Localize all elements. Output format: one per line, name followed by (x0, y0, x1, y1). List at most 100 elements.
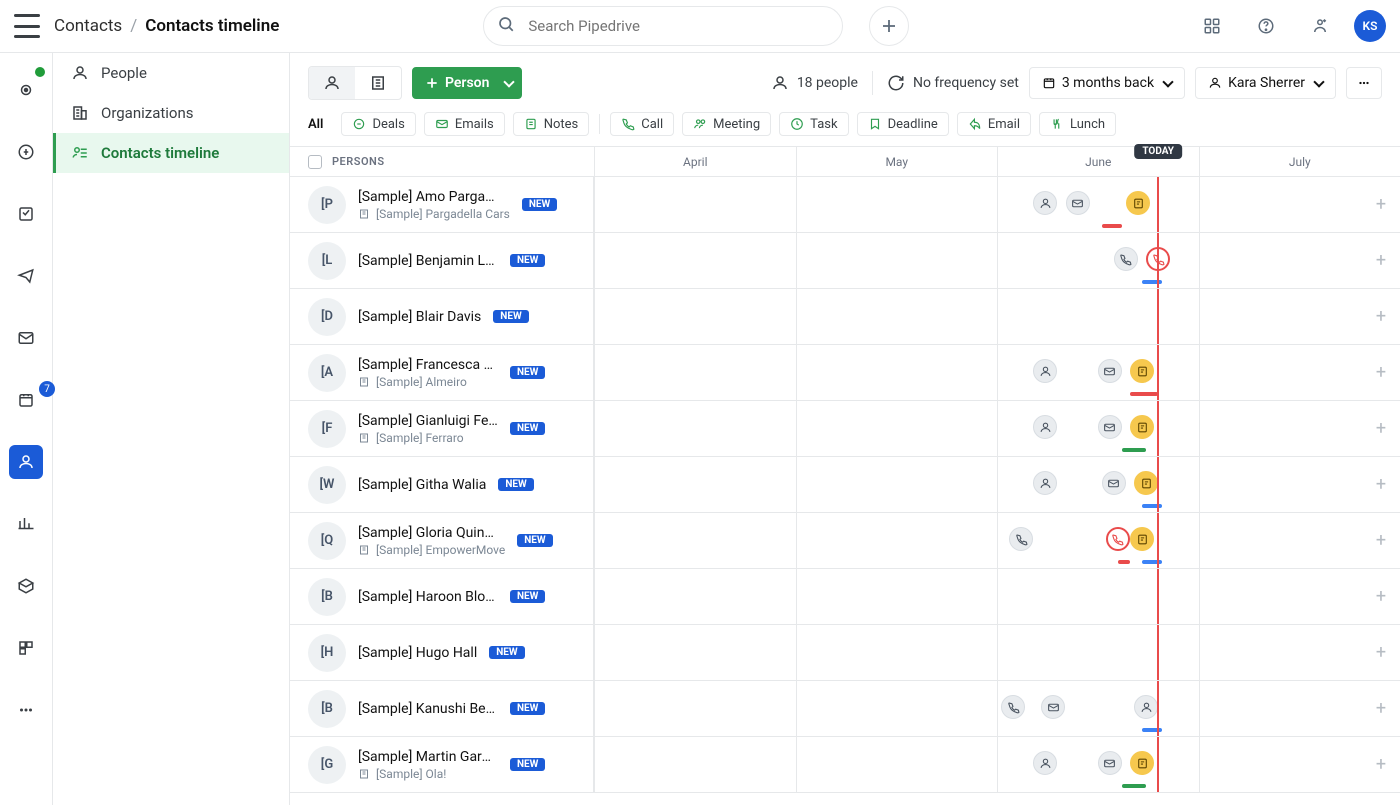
add-activity-button[interactable]: + (1370, 754, 1392, 776)
filter-deals[interactable]: Deals (341, 112, 415, 136)
activity-mail[interactable] (1098, 751, 1122, 775)
search-input[interactable] (483, 6, 843, 46)
activity-note[interactable] (1134, 471, 1158, 495)
rail-leads[interactable] (9, 73, 43, 107)
rail-activities[interactable]: 7 (9, 383, 43, 417)
contact-name[interactable]: [Sample] Martin Garcia (358, 749, 498, 765)
contact-avatar[interactable]: [W (308, 466, 346, 504)
rail-mail[interactable] (9, 321, 43, 355)
contact-org[interactable]: [Sample] Almeiro (358, 375, 498, 389)
contact-avatar[interactable]: [P (308, 186, 346, 224)
add-activity-button[interactable]: + (1370, 250, 1392, 272)
contact-avatar[interactable]: [D (308, 298, 346, 336)
select-all-checkbox[interactable] (308, 155, 322, 169)
rail-products[interactable] (9, 569, 43, 603)
filter-deadline[interactable]: Deadline (857, 112, 949, 136)
contact-org[interactable]: [Sample] Pargadella Cars (358, 207, 510, 221)
sales-assistant-icon[interactable] (1300, 6, 1340, 46)
contact-org[interactable]: [Sample] Ferraro (358, 431, 498, 445)
avatar[interactable]: KS (1354, 10, 1386, 42)
help-icon[interactable] (1246, 6, 1286, 46)
activity-call[interactable] (1114, 247, 1138, 271)
rail-contacts[interactable] (9, 445, 43, 479)
activity-mail[interactable] (1066, 191, 1090, 215)
contact-avatar[interactable]: [G (308, 746, 346, 784)
activity-person[interactable] (1033, 471, 1057, 495)
activity-person[interactable] (1033, 751, 1057, 775)
contact-avatar[interactable]: [A (308, 354, 346, 392)
contact-avatar[interactable]: [B (308, 690, 346, 728)
activity-person-grey[interactable] (1134, 695, 1158, 719)
add-activity-button[interactable]: + (1370, 698, 1392, 720)
owner-filter[interactable]: Kara Sherrer (1195, 67, 1336, 99)
add-activity-button[interactable]: + (1370, 530, 1392, 552)
filter-notes[interactable]: Notes (513, 112, 590, 136)
add-person-caret[interactable] (492, 67, 522, 99)
filter-task[interactable]: Task (779, 112, 848, 136)
contact-name[interactable]: [Sample] Kanushi Bennett (358, 701, 498, 717)
menu-icon[interactable] (14, 14, 40, 38)
activity-mail[interactable] (1102, 471, 1126, 495)
more-actions[interactable] (1346, 67, 1382, 99)
rail-projects[interactable] (9, 197, 43, 231)
filter-all[interactable]: All (308, 112, 333, 136)
contact-name[interactable]: [Sample] Blair Davis (358, 309, 481, 325)
activity-note[interactable] (1130, 527, 1154, 551)
view-person[interactable] (309, 67, 355, 99)
activity-person[interactable] (1033, 359, 1057, 383)
contact-name[interactable]: [Sample] Hugo Hall (358, 645, 477, 661)
view-org[interactable] (355, 67, 401, 99)
activity-mail-grey[interactable] (1041, 695, 1065, 719)
subnav-contacts-timeline[interactable]: Contacts timeline (53, 133, 289, 173)
breadcrumb-root[interactable]: Contacts (54, 16, 122, 36)
rail-marketplace[interactable] (9, 631, 43, 665)
add-button[interactable] (869, 6, 909, 46)
activity-note[interactable] (1126, 191, 1150, 215)
filter-email[interactable]: Email (957, 112, 1031, 136)
contact-avatar[interactable]: [Q (308, 522, 346, 560)
contact-avatar[interactable]: [H (308, 634, 346, 672)
add-activity-button[interactable]: + (1370, 362, 1392, 384)
activity-mail[interactable] (1098, 359, 1122, 383)
add-activity-button[interactable]: + (1370, 642, 1392, 664)
activity-call-red[interactable] (1106, 527, 1130, 551)
contact-name[interactable]: [Sample] Benjamin Lecomte (358, 253, 498, 269)
rail-campaigns[interactable] (9, 259, 43, 293)
add-activity-button[interactable]: + (1370, 418, 1392, 440)
contact-avatar[interactable]: [B (308, 578, 346, 616)
people-count[interactable]: 18 people (771, 74, 858, 92)
filter-call[interactable]: Call (610, 112, 674, 136)
add-activity-button[interactable]: + (1370, 306, 1392, 328)
subnav-organizations[interactable]: Organizations (53, 93, 289, 133)
add-activity-button[interactable]: + (1370, 586, 1392, 608)
activity-mail[interactable] (1098, 415, 1122, 439)
activity-note[interactable] (1130, 415, 1154, 439)
subnav-people[interactable]: People (53, 53, 289, 93)
contact-name[interactable]: [Sample] Amo Pargadella (358, 189, 498, 205)
contact-avatar[interactable]: [L (308, 242, 346, 280)
contact-org[interactable]: [Sample] Ola! (358, 767, 498, 781)
range-select[interactable]: 3 months back (1029, 67, 1185, 99)
add-activity-button[interactable]: + (1370, 474, 1392, 496)
activity-call-grey[interactable] (1009, 527, 1033, 551)
apps-icon[interactable] (1192, 6, 1232, 46)
activity-person[interactable] (1033, 191, 1057, 215)
activity-note[interactable] (1130, 359, 1154, 383)
add-activity-button[interactable]: + (1370, 194, 1392, 216)
filter-emails[interactable]: Emails (424, 112, 505, 136)
activity-call-grey[interactable] (1001, 695, 1025, 719)
frequency-status[interactable]: No frequency set (887, 74, 1019, 92)
activity-person[interactable] (1033, 415, 1057, 439)
rail-more[interactable] (9, 693, 43, 727)
contact-name[interactable]: [Sample] Gloria Quintero (358, 525, 498, 541)
contact-avatar[interactable]: [F (308, 410, 346, 448)
activity-note[interactable] (1130, 751, 1154, 775)
contact-name[interactable]: [Sample] Githa Walia (358, 477, 486, 493)
filter-meeting[interactable]: Meeting (682, 112, 771, 136)
contact-org[interactable]: [Sample] EmpowerMove (358, 543, 505, 557)
add-person-button[interactable]: Person (412, 67, 502, 99)
contact-name[interactable]: [Sample] Haroon Bloom (358, 589, 498, 605)
rail-deals[interactable] (9, 135, 43, 169)
rail-insights[interactable] (9, 507, 43, 541)
contact-name[interactable]: [Sample] Gianluigi Ferraro (358, 413, 498, 429)
